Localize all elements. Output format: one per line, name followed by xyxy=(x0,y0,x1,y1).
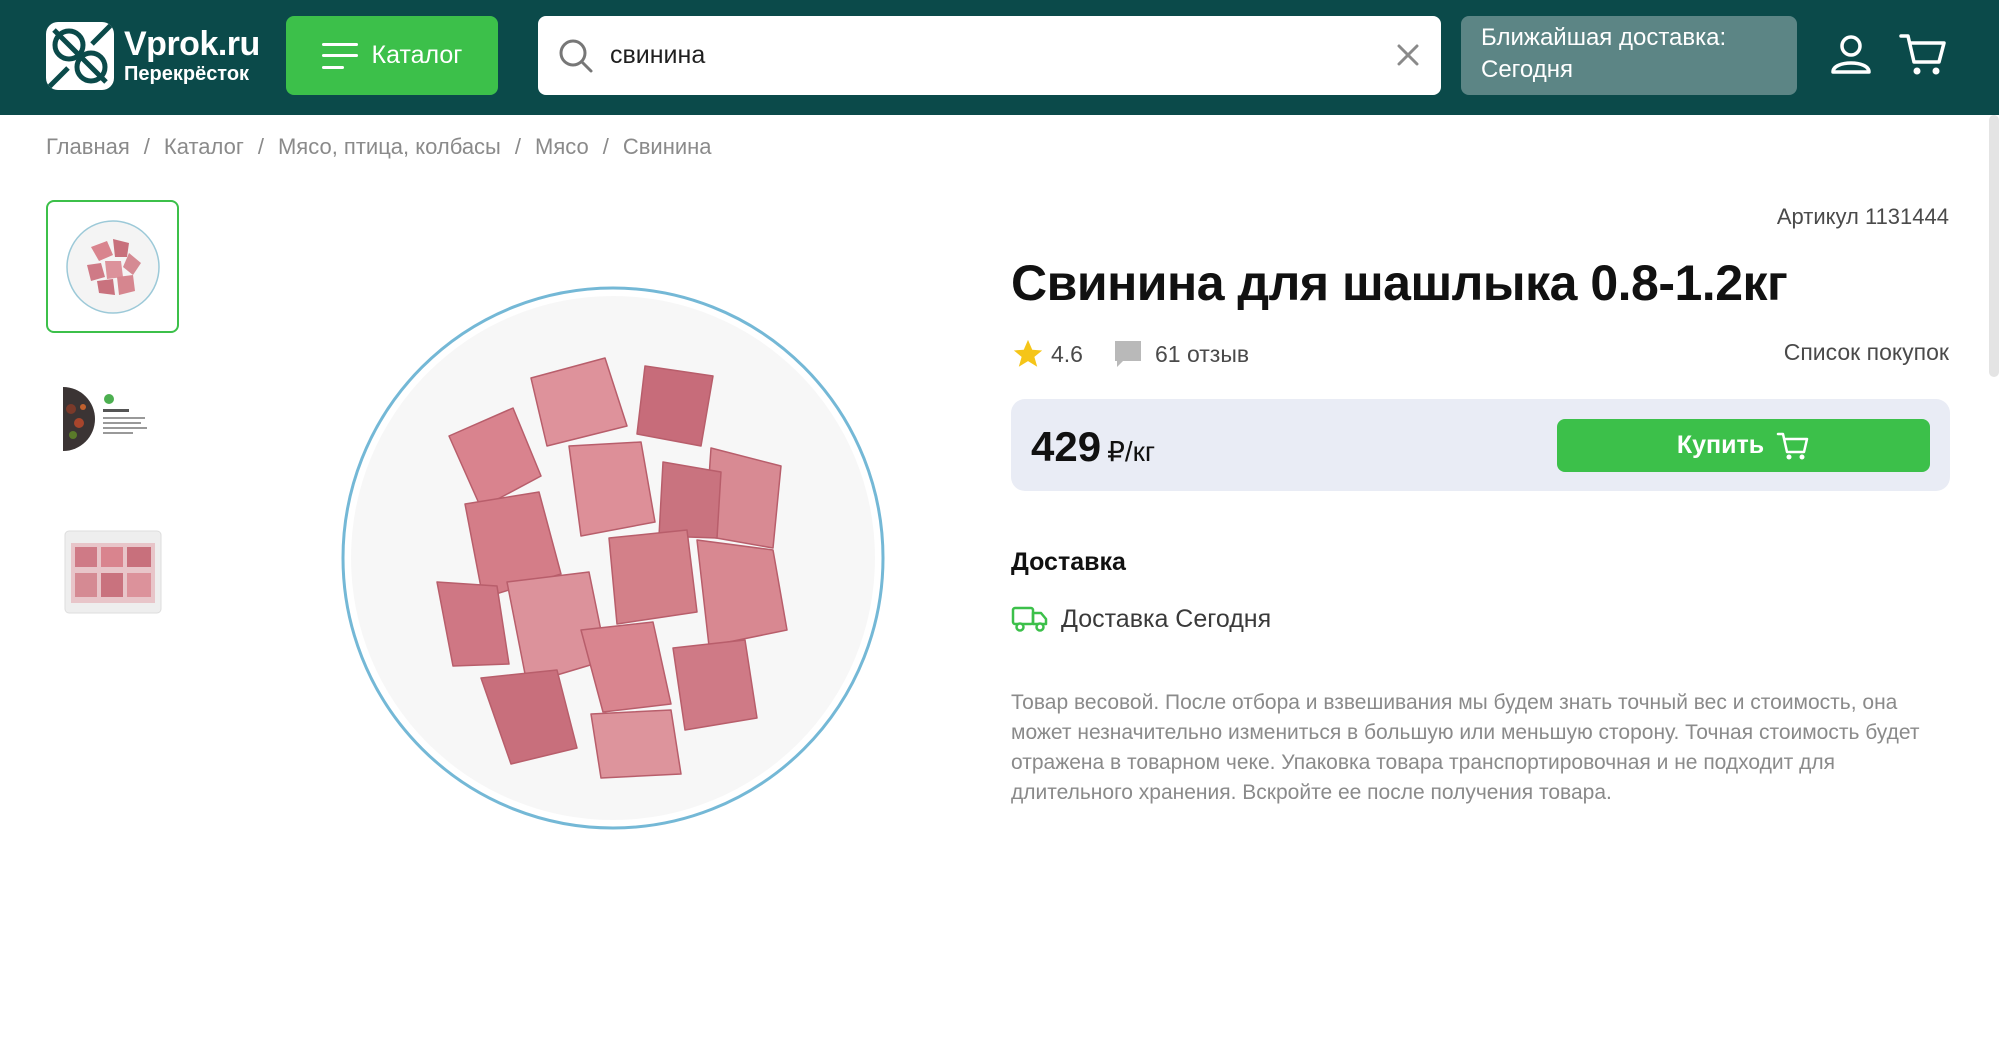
search-input[interactable] xyxy=(610,16,1350,95)
breadcrumb-meat[interactable]: Мясо xyxy=(535,134,589,160)
breadcrumb-pork[interactable]: Свинина xyxy=(623,134,712,160)
shopping-list-link[interactable]: Список покупок xyxy=(1784,339,1949,366)
price: 429 ₽/кг xyxy=(1031,423,1155,471)
header: Vprok.ru Перекрёсток Каталог Ближайшая д… xyxy=(0,0,1999,115)
product-thumbnail-2[interactable] xyxy=(46,352,179,485)
breadcrumb-meat-poultry[interactable]: Мясо, птица, колбасы xyxy=(278,134,501,160)
price-box: 429 ₽/кг Купить xyxy=(1011,399,1950,491)
product-title: Свинина для шашлыка 0.8-1.2кг xyxy=(1011,255,1788,311)
nearest-delivery-value: Сегодня xyxy=(1481,56,1573,83)
main-product-image xyxy=(341,286,885,830)
thumbnail-package-image xyxy=(64,530,161,613)
buy-label: Купить xyxy=(1676,431,1765,459)
logo-title: Vprok.ru xyxy=(124,25,260,63)
delivery-text: Доставка Сегодня xyxy=(1061,604,1272,633)
product-thumbnail-3[interactable] xyxy=(46,505,179,638)
nearest-delivery-button[interactable]: Ближайшая доставка: Сегодня xyxy=(1461,16,1797,95)
clear-search-icon[interactable] xyxy=(1393,40,1423,70)
comment-icon xyxy=(1114,341,1141,367)
user-icon[interactable] xyxy=(1829,32,1873,76)
product-sku: Артикул 1131444 xyxy=(1776,204,1949,229)
price-value: 429 xyxy=(1031,423,1102,470)
product-description: Товар весовой. После отбора и взвешивани… xyxy=(1011,691,1920,804)
search-icon xyxy=(559,39,593,73)
breadcrumb-catalog[interactable]: Каталог xyxy=(164,134,244,160)
delivery-option: Доставка Сегодня xyxy=(1011,604,1271,634)
breadcrumb: Главная / Каталог / Мясо, птица, колбасы… xyxy=(46,134,712,160)
page-scrollbar[interactable] xyxy=(1989,115,1999,377)
cart-icon[interactable] xyxy=(1899,30,1947,78)
delivery-truck-icon xyxy=(1011,606,1048,632)
reviews-link[interactable]: 61 отзыв xyxy=(1155,341,1249,368)
buy-button[interactable]: Купить xyxy=(1557,419,1930,472)
product-thumbnail-1[interactable] xyxy=(46,200,179,333)
cart-icon xyxy=(1776,432,1809,459)
delivery-heading: Доставка xyxy=(1011,548,1126,576)
logo-subtitle: Перекрёсток xyxy=(124,63,250,85)
rating-value: 4.6 xyxy=(1051,340,1083,367)
logo-mark-icon xyxy=(46,22,114,90)
breadcrumb-home[interactable]: Главная xyxy=(46,134,130,160)
star-icon xyxy=(1013,339,1043,367)
catalog-button[interactable]: Каталог xyxy=(286,16,498,95)
thumbnail-recipe-image xyxy=(62,386,147,451)
thumbnail-plate-image xyxy=(65,219,160,314)
catalog-label: Каталог xyxy=(371,41,463,69)
nearest-delivery-label: Ближайшая доставка: xyxy=(1481,24,1727,51)
price-unit: ₽/кг xyxy=(1107,436,1156,467)
menu-icon xyxy=(321,42,358,69)
logo[interactable]: Vprok.ru Перекрёсток xyxy=(46,20,276,92)
search-bar xyxy=(538,16,1441,95)
